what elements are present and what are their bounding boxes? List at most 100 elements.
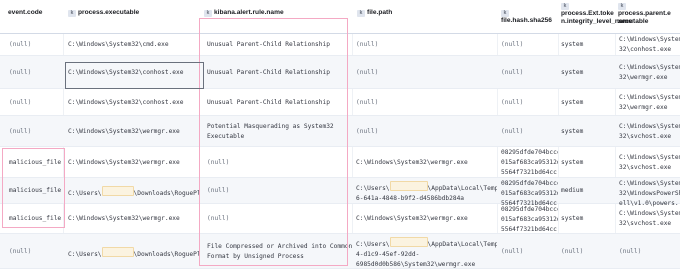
highlight-box-rule-name xyxy=(199,18,348,266)
table-cell-hash[interactable]: (null) xyxy=(501,127,558,137)
table-cell-hash[interactable]: (null) xyxy=(501,68,558,78)
cell-text: (null) xyxy=(9,69,32,76)
cell-text: 08295dfde704bccce xyxy=(501,149,558,156)
cell-text: (null) xyxy=(9,248,32,255)
cell-text: C:\Windows\System32\conhost.exe xyxy=(68,99,184,106)
alerts-data-grid: event.code k process.executable k kibana.a… xyxy=(0,0,680,269)
table-cell-event-code[interactable]: (null) xyxy=(9,98,63,108)
table-cell-exe[interactable]: C:\Windows\System32\wermgr.exe xyxy=(68,158,199,168)
table-cell-integrity[interactable]: medium xyxy=(561,186,615,196)
column-header-label: file.path xyxy=(367,9,393,16)
table-cell-hash[interactable]: 08295dfde704bccce 015af683ca95312d4 5564f7… xyxy=(501,148,558,178)
cell-text: 6-641a-4848-b9f2-d4586bdb284a xyxy=(356,195,465,202)
table-cell-hash[interactable]: 08295dfde704bccce 015af683ca95312d4 5564f7… xyxy=(501,205,558,235)
cell-text: 32\WindowsPowerSh xyxy=(619,190,680,197)
table-cell-path[interactable]: (null) xyxy=(356,40,497,50)
column-header-process-executable[interactable]: k process.executable xyxy=(68,0,198,33)
cell-text: system xyxy=(561,159,584,166)
table-cell-exe[interactable]: C:\Users\ \Downloads\RoguePlanet.exe xyxy=(68,247,199,260)
column-header-label: file.hash.sha256 xyxy=(501,17,552,24)
cell-text: 6985d0d0b586\System32\wermgr.exe xyxy=(356,261,476,268)
table-cell-path[interactable]: (null) xyxy=(356,68,497,78)
cell-text: (null) xyxy=(9,99,32,106)
cell-text: \AppData\Local\Temp\RP_d8be8f5 xyxy=(427,241,497,248)
cell-text: 32\svchost.exe xyxy=(619,220,672,227)
cell-text: 32\conhost.exe xyxy=(619,46,672,53)
table-cell-event-code[interactable]: (null) xyxy=(9,40,63,50)
table-cell-hash[interactable]: (null) xyxy=(501,98,558,108)
column-header-file-hash[interactable]: kfile.hash.sha256 xyxy=(501,0,558,33)
cell-text: (null) xyxy=(9,41,32,48)
column-header-event-code[interactable]: event.code xyxy=(8,0,63,33)
table-cell-exe[interactable]: C:\Windows\System32\cmd.exe xyxy=(68,40,199,50)
table-cell-exe[interactable]: C:\Windows\System32\wermgr.exe xyxy=(68,127,199,137)
table-cell-exe[interactable]: C:\Users\ \Downloads\RoguePlanet.exe xyxy=(68,186,199,199)
cell-text: C:\Windows\System32\wermgr.exe xyxy=(68,215,180,222)
cell-text: C:\Windows\System32\wermgr.exe xyxy=(356,159,468,166)
table-cell-parent[interactable]: C:\Windows\System 32\wermgr.exe xyxy=(619,93,680,113)
table-cell-integrity[interactable]: system xyxy=(561,158,615,168)
table-cell-exe[interactable]: C:\Windows\System32\wermgr.exe xyxy=(68,214,199,224)
cell-text: (null) xyxy=(501,248,524,255)
cell-text: system xyxy=(561,99,584,106)
table-cell-path[interactable]: C:\Windows\System32\wermgr.exe xyxy=(356,158,497,168)
redacted-username-chip xyxy=(101,186,134,196)
cell-text: 015af683ca95312d4 xyxy=(501,159,558,166)
table-cell-parent[interactable]: C:\Windows\System 32\conhost.exe xyxy=(619,35,680,55)
cell-text: 32\wermgr.exe xyxy=(619,74,668,81)
table-cell-integrity[interactable]: system xyxy=(561,214,615,224)
cell-text: C:\Users\ xyxy=(356,185,390,192)
column-header-integrity-level[interactable]: kprocess.Ext.toke n.integrity_level_name xyxy=(561,0,632,33)
table-cell-path[interactable]: C:\Users\ \AppData\Local\Temp\RP_d8be8f5 4… xyxy=(356,237,497,270)
table-cell-integrity[interactable]: (null) xyxy=(561,247,615,257)
column-header-label-cont: xecutable xyxy=(618,18,649,25)
cell-text: C:\Users\ xyxy=(68,190,102,197)
table-cell-path[interactable]: C:\Windows\System32\wermgr.exe xyxy=(356,214,497,224)
cell-text: medium xyxy=(561,187,584,194)
cell-text: 32\svchost.exe xyxy=(619,133,672,140)
cell-text: (null) xyxy=(501,69,524,76)
cell-text: system xyxy=(561,215,584,222)
table-cell-parent[interactable]: C:\Windows\System 32\wermgr.exe xyxy=(619,63,680,83)
cell-text: \AppData\Local\Temp\RP_3b14d4d xyxy=(427,185,497,192)
cell-text: 08295dfde704bccce xyxy=(501,180,558,187)
column-header-label: process.Ext.toke xyxy=(561,10,614,17)
table-cell-integrity[interactable]: system xyxy=(561,127,615,137)
table-cell-integrity[interactable]: system xyxy=(561,40,615,50)
cell-text: 32\svchost.exe xyxy=(619,164,672,171)
cell-text: system xyxy=(561,41,584,48)
keyword-type-icon: k xyxy=(501,10,509,17)
table-cell-parent[interactable]: C:\Windows\System 32\svchost.exe xyxy=(619,122,680,142)
cell-text: 015af683ca95312d4 xyxy=(501,190,558,197)
table-cell-path[interactable]: C:\Users\ \AppData\Local\Temp\RP_3b14d4d 6… xyxy=(356,181,497,204)
cell-text: system xyxy=(561,69,584,76)
cell-text: C:\Users\ xyxy=(68,251,102,258)
table-cell-parent[interactable]: (null) xyxy=(619,247,680,257)
table-cell-parent[interactable]: C:\Windows\System 32\svchost.exe xyxy=(619,209,680,229)
cell-text: C:\Windows\System xyxy=(619,123,680,130)
column-header-parent-executable[interactable]: kprocess.parent.e xecutable xyxy=(618,0,680,33)
cell-text: 4-d1c9-45ef-92dd- xyxy=(356,251,420,258)
cell-text: (null) xyxy=(356,99,379,106)
table-cell-integrity[interactable]: system xyxy=(561,68,615,78)
table-cell-path[interactable]: (null) xyxy=(356,127,497,137)
cell-text: C:\Windows\System xyxy=(619,64,680,71)
redacted-username-chip xyxy=(389,181,428,191)
table-cell-event-code[interactable]: (null) xyxy=(9,68,63,78)
table-cell-hash[interactable]: (null) xyxy=(501,247,558,257)
table-cell-path[interactable]: (null) xyxy=(356,98,497,108)
table-cell-integrity[interactable]: system xyxy=(561,98,615,108)
column-header-file-path[interactable]: k file.path xyxy=(357,0,496,33)
keyword-type-icon: k xyxy=(561,3,569,10)
redacted-username-chip xyxy=(389,237,428,247)
table-cell-event-code[interactable]: (null) xyxy=(9,127,63,137)
table-cell-parent[interactable]: C:\Windows\System 32\svchost.exe xyxy=(619,153,680,173)
cell-text: (null) xyxy=(501,99,524,106)
table-cell-hash[interactable]: (null) xyxy=(501,40,558,50)
table-cell-event-code[interactable]: (null) xyxy=(9,247,63,257)
cell-text: C:\Users\ xyxy=(356,241,390,248)
cell-text: C:\Windows\System xyxy=(619,210,680,217)
cell-text: C:\Windows\System xyxy=(619,94,680,101)
table-cell-exe[interactable]: C:\Windows\System32\conhost.exe xyxy=(68,98,199,108)
cell-text: (null) xyxy=(561,248,584,255)
